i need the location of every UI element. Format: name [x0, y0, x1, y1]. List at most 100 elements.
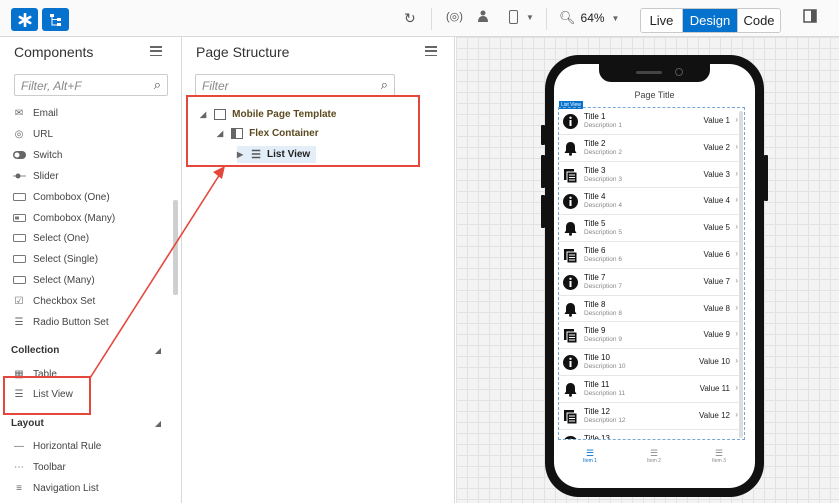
switch-icon [12, 149, 26, 161]
components-panel: Components Filter, Alt+F ⌕ ✉ Email ◎ URL S… [0, 37, 182, 503]
zoom-control[interactable]: 🔍︎ 64% ▼ [559, 10, 619, 26]
list-item[interactable]: Title 9 Description 9 Value 9 › [559, 322, 740, 350]
list-item-title: Title 13 [584, 433, 610, 440]
component-select-many[interactable]: Select (Many) [12, 270, 95, 290]
component-slider[interactable]: Slider [12, 166, 59, 186]
documents-icon [563, 248, 578, 263]
components-filter-input[interactable]: Filter, Alt+F ⌕ [14, 74, 168, 96]
list-item[interactable]: Title 13 Value 13 › [559, 430, 740, 440]
navigation-list-icon: ≡ [16, 482, 22, 494]
list-item-description: Description 9 [584, 336, 622, 344]
component-toolbar[interactable]: ⋯ Toolbar [12, 457, 66, 477]
list-item-value: Value 12 [699, 410, 730, 420]
chevron-down-icon[interactable]: ▼ [612, 14, 620, 23]
geo-icon[interactable]: (◎) [446, 10, 463, 23]
component-label: Select (One) [33, 232, 90, 244]
list-item[interactable]: Title 8 Description 8 Value 8 › [559, 296, 740, 323]
list-item-description: Description 6 [584, 256, 622, 263]
documents-icon [563, 168, 578, 183]
component-combobox-one[interactable]: Combobox (One) [12, 187, 110, 207]
component-navigation-list[interactable]: ≡ Navigation List [12, 478, 99, 498]
list-item[interactable]: Title 11 Description 11 Value 11 › [559, 376, 740, 403]
refresh-icon[interactable]: ↻ [404, 10, 416, 27]
panel-menu-icon[interactable] [425, 46, 437, 56]
nav-item-1[interactable]: ☰ Item 1 [570, 448, 610, 464]
list-item-title: Title 4 [584, 192, 606, 202]
collection-section-header[interactable]: Collection [11, 345, 59, 356]
structure-icon[interactable] [42, 8, 69, 31]
panel-menu-icon[interactable] [150, 46, 162, 56]
components-title: Components [14, 44, 94, 60]
chevron-right-icon: › [735, 409, 738, 419]
list-item-description: Description 12 [584, 416, 626, 424]
collapse-triangle-icon[interactable]: ◢ [155, 346, 161, 355]
list-item[interactable]: Title 6 Description 6 Value 6 › [559, 242, 740, 269]
list-item-title: Title 7 [584, 272, 606, 282]
toolbar-separator [431, 8, 432, 30]
list-item[interactable]: Title 5 Description 5 Value 5 › [559, 215, 740, 242]
layout-section-header[interactable]: Layout [11, 418, 44, 429]
component-radio-set[interactable]: ☰ Radio Button Set [12, 312, 109, 332]
collapse-triangle-icon[interactable]: ◢ [155, 419, 161, 428]
component-select-one[interactable]: Select (One) [12, 228, 89, 248]
list-item-value: Value 7 [703, 276, 730, 286]
code-mode-button[interactable]: Code [738, 9, 780, 32]
chevron-right-icon: › [735, 249, 738, 258]
horizontal-rule-icon: — [14, 440, 24, 452]
nav-item-3[interactable]: ☰ Item 3 [699, 448, 739, 464]
structure-filter-input[interactable]: Filter ⌕ [195, 74, 395, 96]
search-icon: ⌕ [153, 77, 161, 92]
chevron-down-icon[interactable]: ▼ [526, 13, 534, 22]
select-icon [12, 232, 26, 244]
list-item-value: Value 2 [703, 142, 730, 152]
documents-icon [563, 328, 578, 344]
component-switch[interactable]: Switch [12, 145, 62, 165]
mobile-device-icon[interactable]: ▼ [509, 10, 534, 24]
chevron-right-icon: › [735, 302, 738, 312]
component-label: URL [33, 128, 54, 140]
phone-notch [599, 63, 710, 82]
zoom-value: 64% [580, 11, 605, 25]
list-item[interactable]: Title 3 Description 3 Value 3 › [559, 162, 740, 189]
chevron-right-icon: › [735, 356, 738, 366]
component-combobox-many[interactable]: Combobox (Many) [12, 208, 115, 228]
component-horizontal-rule[interactable]: — Horizontal Rule [12, 436, 101, 456]
list-item[interactable]: Title 12 Description 12 Value 12 › [559, 403, 740, 430]
component-label: Switch [33, 149, 63, 161]
design-mode-button[interactable]: Design [682, 9, 738, 32]
component-url[interactable]: ◎ URL [12, 124, 53, 144]
component-checkbox-set[interactable]: ☑ Checkbox Set [12, 291, 96, 311]
asterisk-icon[interactable] [11, 8, 38, 31]
chevron-right-icon: › [735, 168, 738, 178]
phone-side-button [541, 195, 545, 228]
component-email[interactable]: ✉ Email [12, 103, 58, 123]
list-item[interactable]: Title 7 Description 7 Value 7 › [559, 269, 740, 296]
list-item-description: Description 7 [584, 282, 622, 290]
select-icon [12, 253, 26, 265]
filter-placeholder: Filter [202, 79, 229, 93]
preview-list-view[interactable]: Title 1 Description 1 Value 1 › Title 2 Descr… [558, 107, 745, 440]
sidebar-toggle-icon[interactable] [803, 9, 817, 23]
list-item[interactable]: Title 10 Description 10 Value 10 › [559, 349, 740, 376]
bell-icon [563, 382, 578, 397]
chevron-right-icon: › [735, 115, 738, 124]
component-select-single[interactable]: Select (Single) [12, 249, 98, 269]
nav-item-2[interactable]: ☰ Item 2 [634, 448, 674, 464]
list-item-description: Description 4 [584, 202, 622, 210]
components-scrollbar[interactable] [173, 200, 178, 295]
component-label: Radio Button Set [33, 316, 109, 328]
list-item-value: Value 3 [703, 169, 730, 179]
list-item-value: Value 5 [703, 223, 730, 233]
list-item[interactable]: Title 4 Description 4 Value 4 › [559, 188, 740, 216]
slider-icon [12, 170, 26, 182]
nav-item-label: Item 1 [583, 458, 597, 464]
list-item-description: Description 8 [584, 309, 622, 317]
list-item-value: Value 4 [703, 196, 730, 206]
list-item[interactable]: Title 1 Description 1 Value 1 › [559, 108, 740, 135]
list-item[interactable]: Title 2 Description 2 Value 2 › [559, 135, 740, 162]
list-item-description: Description 11 [584, 390, 626, 397]
live-mode-button[interactable]: Live [641, 9, 682, 32]
toolbar-separator [546, 8, 547, 30]
chevron-right-icon: › [735, 275, 738, 285]
person-icon[interactable] [478, 10, 490, 23]
